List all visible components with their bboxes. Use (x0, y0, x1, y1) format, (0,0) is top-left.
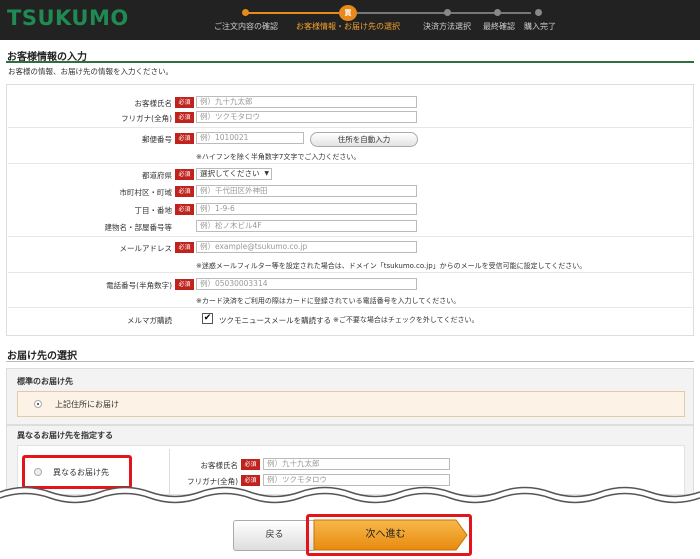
city-label: 市町村区・町域 (119, 188, 173, 197)
mail-magazine-note: ※ご不要な場合はチェックを外してください。 (333, 316, 479, 324)
pref-select[interactable]: 選択してください ▼ (196, 168, 272, 180)
block-input[interactable]: 例）1-9-6 (196, 203, 417, 215)
phone-input[interactable]: 例）05030003314 (196, 278, 417, 290)
name-label: お客様氏名 (134, 99, 173, 108)
kana-label: フリガナ(全角) (121, 114, 172, 123)
required-badge: 必須 (175, 242, 194, 253)
different-delivery-radio[interactable] (34, 468, 42, 476)
kana-input[interactable]: 例）ツクモタロウ (196, 111, 417, 123)
torn-edge-divider (0, 486, 700, 505)
alt-name-input[interactable]: 例）九十九太郎 (263, 458, 450, 470)
required-badge: 必須 (175, 133, 194, 144)
phone-label: 電話番号(半角数字) (106, 281, 172, 290)
zip-label: 郵便番号 (142, 135, 172, 144)
mail-magazine-check-label[interactable]: ツクモニュースメールを購読する (219, 315, 331, 326)
step-label-payment: 決済方法選択 (423, 22, 471, 31)
step-dot-final (494, 9, 501, 16)
zip-hint: ※ハイフンを除く半角数字7文字でご入力ください。 (196, 153, 361, 161)
building-input[interactable]: 例）松ノ木ビル4F (196, 220, 417, 232)
chevron-down-icon: ▼ (264, 170, 269, 177)
block-label: 丁目・番地 (134, 206, 173, 215)
step-dot-payment (444, 9, 451, 16)
step-label-complete: 購入完了 (524, 22, 556, 31)
step-current-badge: 買 (339, 5, 357, 21)
radio-selected-dot (37, 403, 39, 405)
email-label: メールアドレス (119, 244, 173, 253)
required-badge: 必須 (175, 97, 194, 108)
name-input[interactable]: 例）九十九太郎 (196, 96, 417, 108)
required-badge: 必須 (175, 204, 194, 215)
phone-hint: ※カード決済をご利用の際はカードに登録されている電話番号を入力してください。 (196, 297, 461, 305)
city-input[interactable]: 例）千代田区外神田 (196, 185, 417, 197)
row-divider (8, 163, 692, 164)
standard-delivery-radio[interactable] (34, 400, 42, 408)
required-badge: 必須 (241, 459, 260, 470)
email-input[interactable]: 例）example@tsukumo.co.jp (196, 241, 417, 253)
standard-delivery-option-label: 上記住所にお届け (55, 400, 119, 409)
different-delivery-option-label: 異なるお届け先 (53, 468, 109, 477)
next-button-label: 次へ進む (365, 529, 406, 540)
mail-magazine-checkbox[interactable]: ✔ (202, 313, 213, 324)
required-badge: 必須 (175, 186, 194, 197)
required-badge: 必須 (175, 112, 194, 123)
row-divider (8, 236, 692, 237)
building-label: 建物名・部屋番号等 (104, 223, 173, 232)
required-badge: 必須 (175, 169, 194, 180)
alt-name-label: お客様氏名 (200, 461, 239, 470)
different-delivery-title: 異なるお届け先を指定する (17, 431, 113, 440)
step-label-confirm: ご注文内容の確認 (214, 22, 278, 31)
pref-label: 都道府県 (142, 171, 172, 180)
step-label-final: 最終確認 (483, 22, 515, 31)
tsukumo-logo[interactable]: TSUKUMO (7, 6, 129, 30)
progress-track-done (246, 12, 350, 14)
step-label-customer: お客様情報・お届け先の選択 (296, 22, 400, 31)
section-divider (6, 61, 694, 63)
section-divider (6, 361, 694, 362)
zip-input[interactable]: 例）1010021 (196, 132, 304, 144)
row-divider (8, 272, 692, 273)
step-dot-complete (535, 9, 542, 16)
pref-select-value: 選択してください (200, 169, 260, 178)
mail-magazine-label: メルマガ購読 (127, 316, 172, 325)
row-divider (8, 307, 692, 308)
back-button[interactable]: 戻る (233, 520, 316, 551)
step-dot-confirm (242, 9, 249, 16)
site-header: TSUKUMO 買 ご注文内容の確認 お客様情報・お届け先の選択 決済方法選択 … (0, 0, 700, 40)
email-hint: ※迷惑メールフィルター等を設定された場合は、ドメイン「tsukumo.co.jp… (196, 262, 587, 270)
customer-section-desc: お客様の情報、お届け先の情報を入力ください。 (8, 67, 173, 76)
auto-address-button[interactable]: 住所を自動入力 (310, 132, 418, 147)
required-badge: 必須 (175, 279, 194, 290)
delivery-section-title: お届け先の選択 (7, 351, 77, 362)
row-divider (8, 127, 692, 128)
standard-delivery-title: 標準のお届け先 (17, 377, 73, 386)
